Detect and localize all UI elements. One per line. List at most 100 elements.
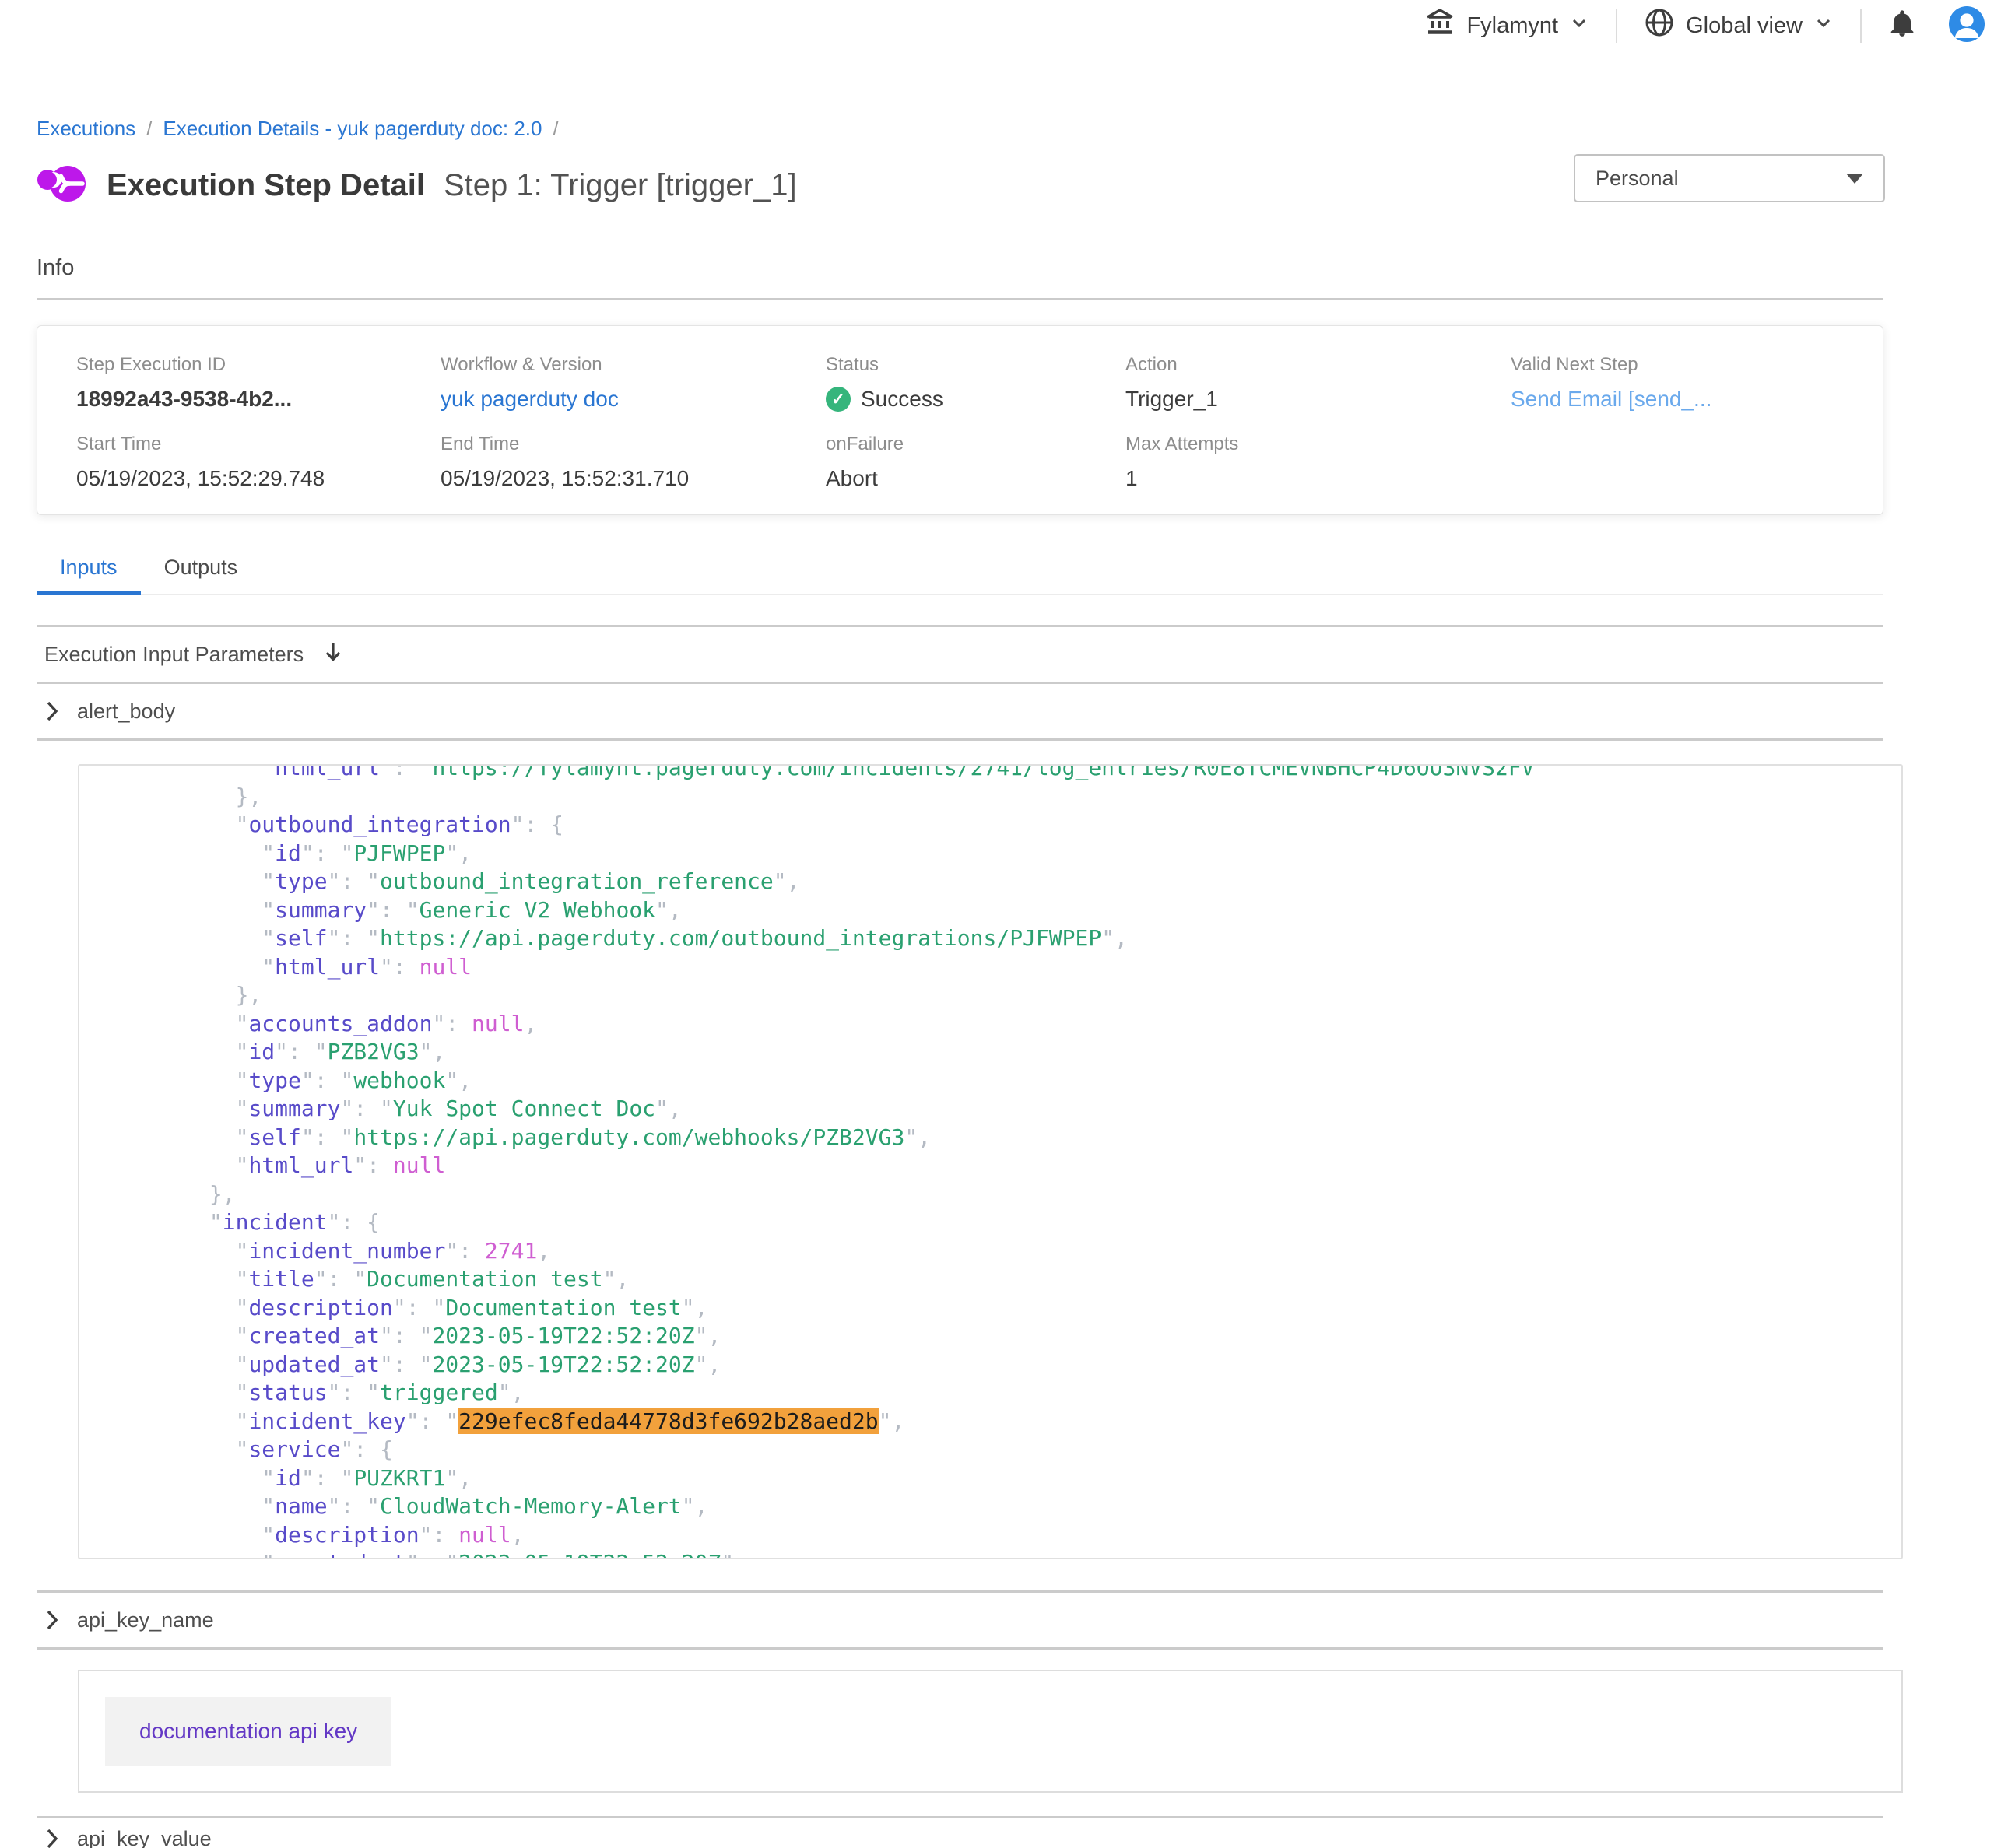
info-field: onFailure Abort xyxy=(826,433,1125,491)
json-code-line: "created_at": "2023-05-19T22:52:20Z", xyxy=(104,1322,1901,1351)
breadcrumb-link[interactable]: Executions xyxy=(37,117,135,141)
json-code-line: "status": "triggered", xyxy=(104,1379,1901,1408)
alert-body-json-viewer[interactable]: "html_url": "https://fylamynt.pagerduty.… xyxy=(78,764,1903,1559)
json-code-line: }, xyxy=(104,981,1901,1010)
info-grid: Step Execution ID 18992a43-9538-4b2...Wor… xyxy=(76,354,1844,491)
json-code-line: "html_url": null xyxy=(104,953,1901,982)
json-code-line: "name": "CloudWatch-Memory-Alert", xyxy=(104,1492,1901,1521)
view-label: Global view xyxy=(1686,13,1803,39)
info-field-value[interactable]: Send Email [send_... xyxy=(1511,387,1844,412)
avatar-icon xyxy=(1949,6,1985,46)
info-field: Workflow & Version yuk pagerduty doc xyxy=(441,354,826,412)
json-code-line: "description": null, xyxy=(104,1521,1901,1550)
param-expander-api-key-value[interactable]: api_key_value xyxy=(37,1818,1883,1848)
json-code-line: "accounts_addon": null, xyxy=(104,1010,1901,1039)
param-name: api_key_value xyxy=(77,1827,212,1848)
bell-icon xyxy=(1888,9,1918,43)
info-field-label: End Time xyxy=(441,433,826,455)
json-code-line: "summary": "Yuk Spot Connect Doc", xyxy=(104,1095,1901,1124)
chevron-down-icon xyxy=(1813,12,1834,39)
api-key-name-chip: documentation api key xyxy=(105,1697,391,1766)
json-code: "html_url": "https://fylamynt.pagerduty.… xyxy=(79,764,1901,1559)
info-field-label: Status xyxy=(826,354,1125,376)
execution-input-parameters-header[interactable]: Execution Input Parameters xyxy=(37,627,1883,682)
user-menu-button[interactable] xyxy=(1949,6,1985,46)
info-field: Max Attempts 1 xyxy=(1125,433,1511,491)
param-expander-alert-body[interactable]: alert_body xyxy=(37,684,1883,738)
info-field: End Time 05/19/2023, 15:52:31.710 xyxy=(441,433,826,491)
api-key-name-value-box: documentation api key xyxy=(78,1670,1903,1793)
info-field-value: Abort xyxy=(826,466,1125,491)
breadcrumb-link[interactable]: Execution Details - yuk pagerduty doc: 2… xyxy=(163,117,542,141)
info-field: Status Success xyxy=(826,354,1125,412)
page-subtitle: Step 1: Trigger [trigger_1] xyxy=(444,168,797,203)
info-field-value: 05/19/2023, 15:52:31.710 xyxy=(441,466,826,491)
info-field-value: 1 xyxy=(1125,466,1511,491)
execution-step-detail-page: Fylamynt Global view xyxy=(0,0,2008,1848)
divider xyxy=(37,298,1883,300)
json-code-line: "title": "Documentation test", xyxy=(104,1265,1901,1294)
json-code-line: "updated_at": "2023-05-19T22:52:20Z", xyxy=(104,1351,1901,1380)
info-field-label: Start Time xyxy=(76,433,441,455)
org-switcher[interactable]: Fylamynt xyxy=(1424,7,1589,44)
json-code-line: "html_url": null xyxy=(104,1152,1901,1180)
chevron-right-icon xyxy=(44,699,60,724)
json-code-line: "outbound_integration": { xyxy=(104,811,1901,840)
tab-outputs[interactable]: Outputs xyxy=(141,556,262,594)
info-card: Step Execution ID 18992a43-9538-4b2...Wor… xyxy=(37,325,1883,515)
breadcrumb: Executions / Execution Details - yuk pager… xyxy=(37,117,2008,141)
breadcrumb-separator: / xyxy=(553,117,558,141)
json-code-line: "summary": "Generic V2 Webhook", xyxy=(104,896,1901,925)
json-code-line: }, xyxy=(104,783,1901,812)
info-field-value: 05/19/2023, 15:52:29.748 xyxy=(76,466,441,491)
param-name: api_key_name xyxy=(77,1608,214,1632)
json-code-line: }, xyxy=(104,1180,1901,1209)
json-code-line: "self": "https://api.pagerduty.com/outbo… xyxy=(104,924,1901,953)
info-field-value: Trigger_1 xyxy=(1125,387,1511,412)
json-code-line: "html_url": "https://fylamynt.pagerduty.… xyxy=(104,764,1901,783)
divider xyxy=(37,738,1883,741)
param-name: alert_body xyxy=(77,700,175,724)
chevron-right-icon xyxy=(44,1608,60,1632)
notifications-button[interactable] xyxy=(1888,9,1918,43)
chevron-right-icon xyxy=(44,1826,60,1848)
chevron-down-icon xyxy=(1569,12,1589,39)
params-header-label: Execution Input Parameters xyxy=(44,643,304,667)
json-code-line: "self": "https://api.pagerduty.com/webho… xyxy=(104,1124,1901,1152)
json-code-line: "incident_number": 2741, xyxy=(104,1237,1901,1266)
info-field-value[interactable]: yuk pagerduty doc xyxy=(441,387,826,412)
param-expander-api-key-name[interactable]: api_key_name xyxy=(37,1593,1883,1647)
info-field-label: onFailure xyxy=(826,433,1125,455)
info-field: Step Execution ID 18992a43-9538-4b2... xyxy=(76,354,441,412)
info-field-label: Action xyxy=(1125,354,1511,376)
download-icon[interactable] xyxy=(321,641,346,668)
view-switcher[interactable]: Global view xyxy=(1644,7,1834,44)
topbar-divider xyxy=(1860,9,1862,43)
breadcrumb-separator: / xyxy=(146,117,152,141)
info-field-label: Step Execution ID xyxy=(76,354,441,376)
json-code-line: "id": "PUZKRT1", xyxy=(104,1464,1901,1493)
tab-bar: InputsOutputs xyxy=(37,556,1883,595)
json-code-line: "type": "outbound_integration_reference"… xyxy=(104,868,1901,896)
scope-value: Personal xyxy=(1596,167,1679,191)
json-code-line: "type": "webhook", xyxy=(104,1067,1901,1096)
workflow-brand-icon xyxy=(37,160,88,212)
json-code-line: "service": { xyxy=(104,1436,1901,1464)
info-field: Action Trigger_1 xyxy=(1125,354,1511,412)
top-bar: Fylamynt Global view xyxy=(0,0,2008,51)
info-field-value: Success xyxy=(826,387,1125,412)
scope-select[interactable]: Personal xyxy=(1574,154,1885,202)
info-field-value: 18992a43-9538-4b2... xyxy=(76,387,441,412)
json-code-line: "id": "PZB2VG3", xyxy=(104,1038,1901,1067)
caret-down-icon xyxy=(1846,174,1863,184)
info-field-label: Workflow & Version xyxy=(441,354,826,376)
globe-icon xyxy=(1644,7,1675,44)
json-code-line: "incident": { xyxy=(104,1208,1901,1237)
info-field-label: Valid Next Step xyxy=(1511,354,1844,376)
info-field-label: Max Attempts xyxy=(1125,433,1511,455)
info-field: Start Time 05/19/2023, 15:52:29.748 xyxy=(76,433,441,491)
bank-icon xyxy=(1424,7,1455,44)
tab-inputs[interactable]: Inputs xyxy=(37,556,141,595)
json-code-line: "id": "PJFWPEP", xyxy=(104,840,1901,868)
page-title: Execution Step Detail xyxy=(107,168,425,203)
